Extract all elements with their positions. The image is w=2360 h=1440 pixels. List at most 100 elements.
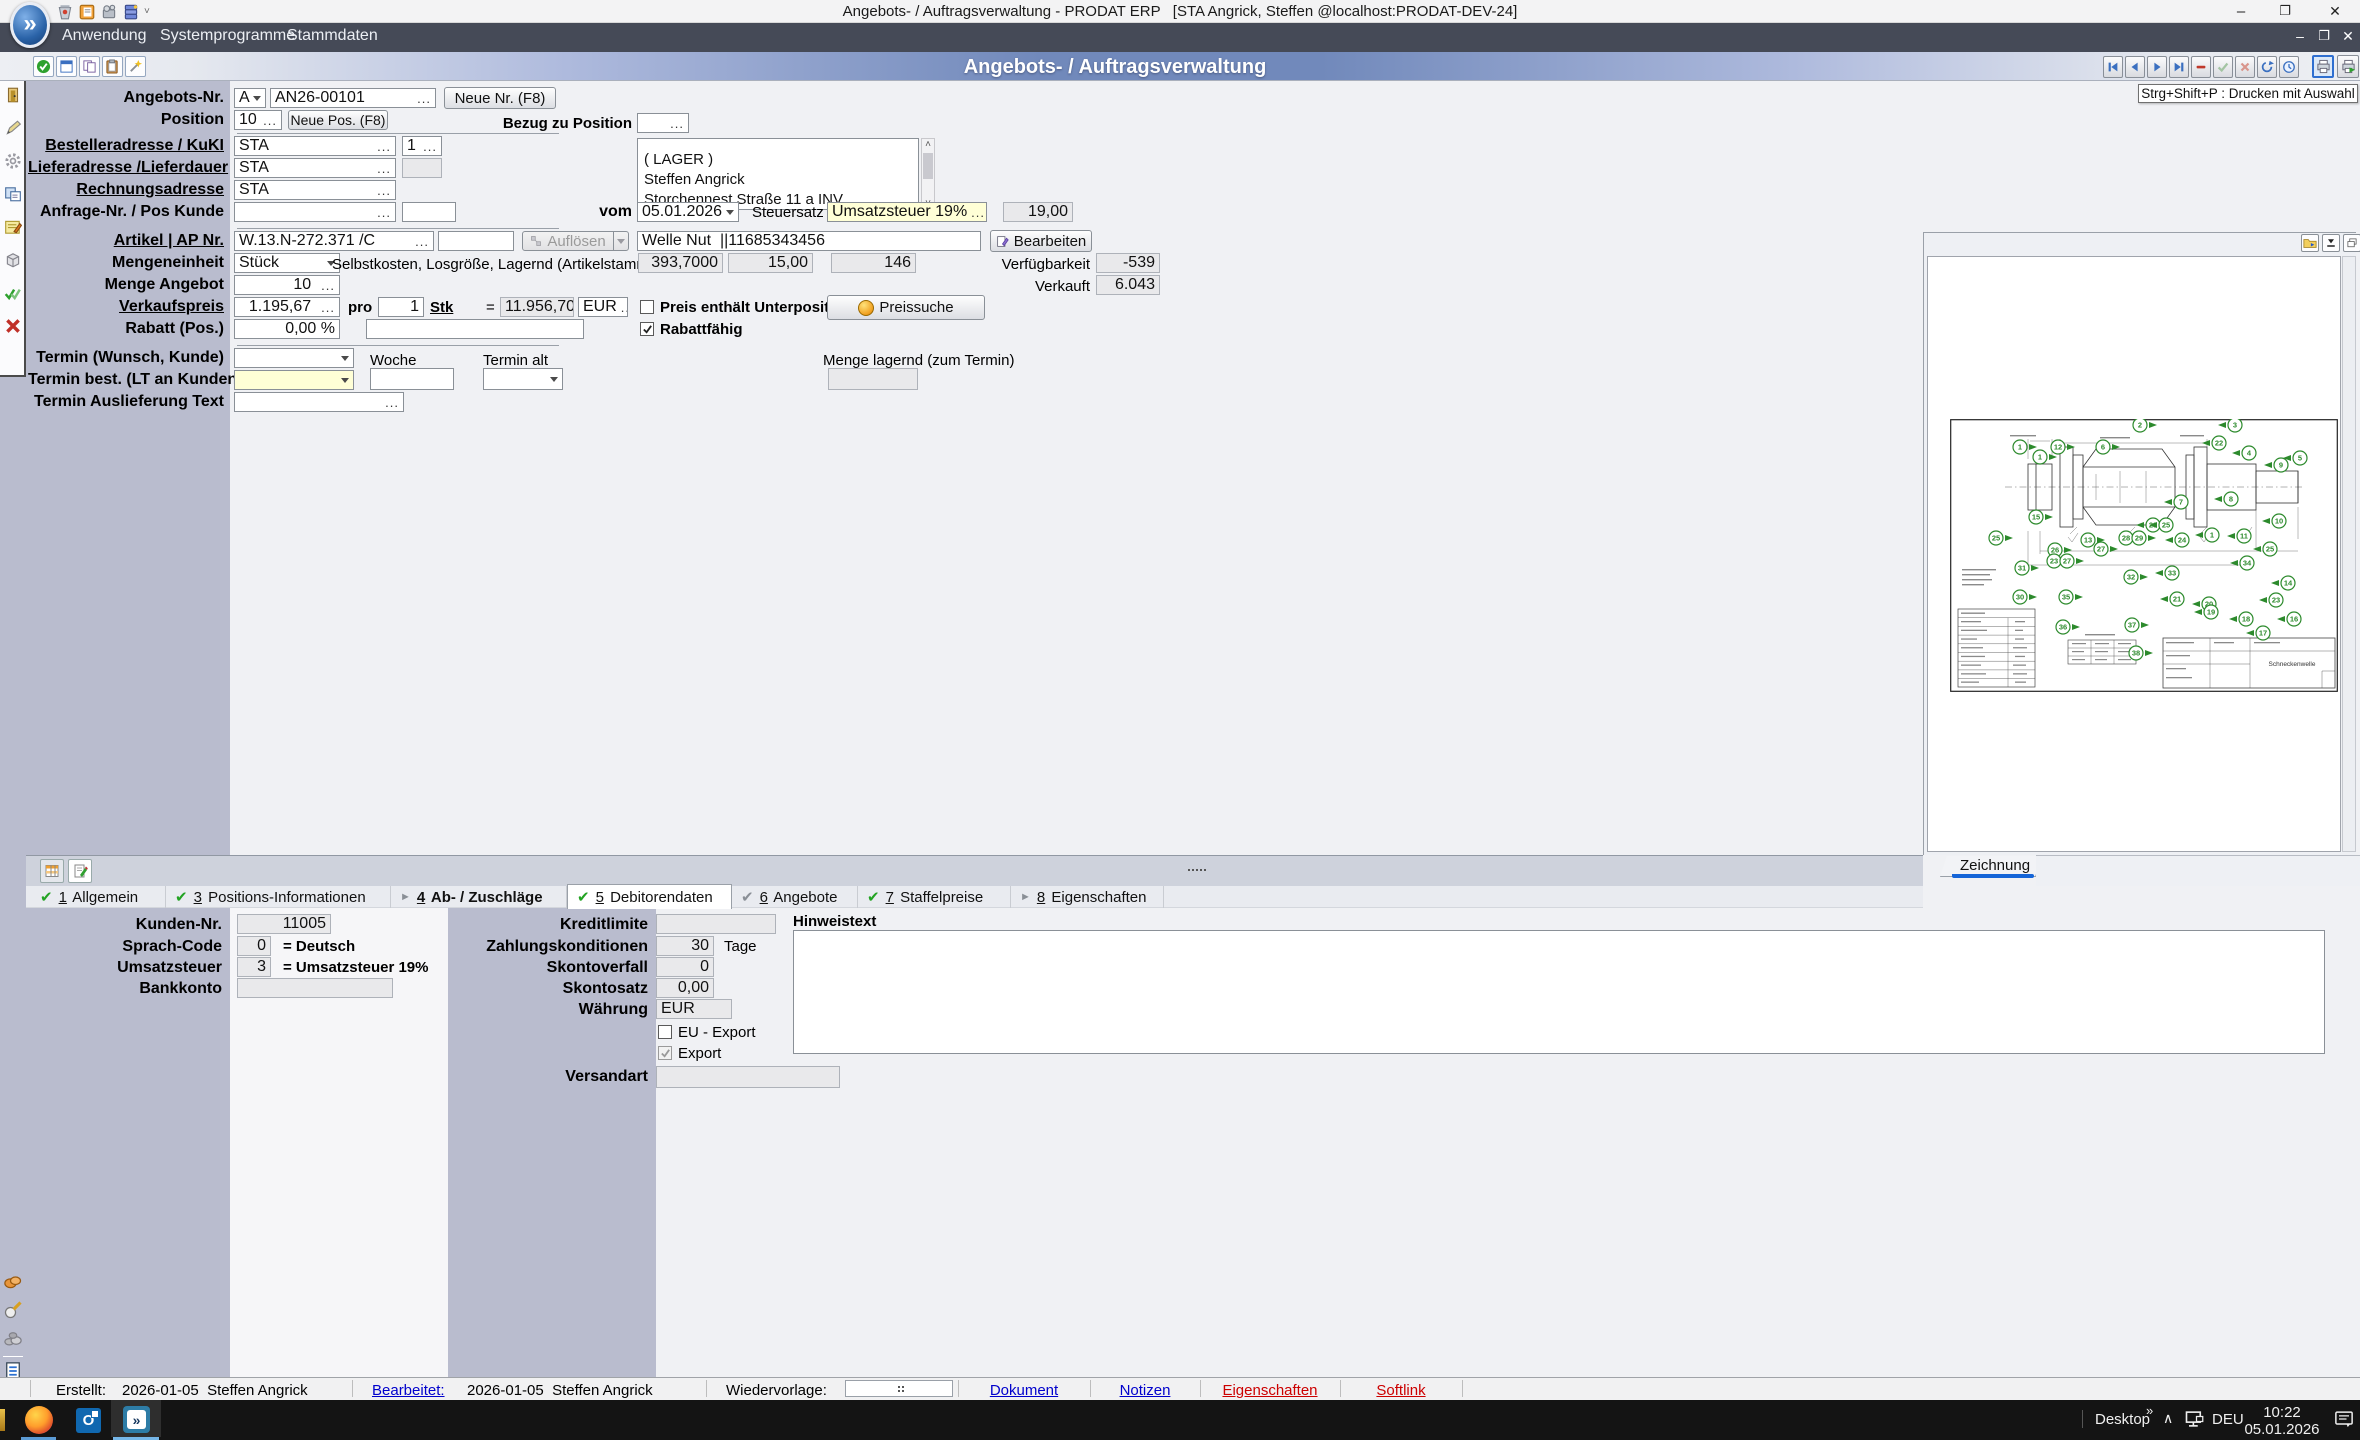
taskbar-outlook-button[interactable]: O — [76, 1408, 101, 1433]
sidebar-materials-button[interactable] — [3, 1328, 23, 1348]
print-button[interactable] — [2312, 55, 2334, 78]
waehrung-field[interactable]: EUR... — [578, 297, 628, 317]
mdi-restore-button[interactable]: ❐ — [2314, 28, 2334, 48]
sidebar-copy-window-button[interactable] — [4, 185, 22, 203]
tab-positions-informationen[interactable]: ✔ 3 Positions-Informationen — [166, 886, 391, 908]
drawing-windows-button[interactable] — [2343, 234, 2360, 252]
wiedervorlage-field[interactable] — [845, 1380, 953, 1397]
nav-cancel-button[interactable] — [2235, 56, 2255, 78]
scroll-up-icon[interactable]: ˄ — [922, 139, 934, 151]
export-checkbox[interactable] — [658, 1046, 672, 1060]
scrollbar-thumb[interactable] — [923, 153, 933, 179]
grid-view-button[interactable] — [40, 859, 64, 883]
tab-eigenschaften[interactable]: ► 8 Eigenschaften — [1011, 886, 1164, 908]
address-listbox[interactable]: ( LAGER ) Steffen Angrick Storchennest S… — [637, 138, 919, 210]
browse-icon[interactable]: ... — [373, 184, 391, 197]
nav-delete-button[interactable] — [2191, 56, 2211, 78]
eigenschaften-link[interactable]: Eigenschaften — [1200, 1382, 1340, 1399]
neue-nr-button[interactable]: Neue Nr. (F8) — [444, 87, 556, 109]
vom-date-combo[interactable]: 05.01.2026 — [637, 202, 739, 222]
export-label[interactable]: Export — [678, 1045, 721, 1062]
softlink-link[interactable]: Softlink — [1340, 1382, 1462, 1399]
browse-icon[interactable]: ... — [411, 235, 429, 248]
browse-icon[interactable]: ... — [317, 301, 335, 314]
toolbar-new-window-button[interactable] — [56, 56, 77, 77]
termin-wunsch-combo[interactable] — [234, 348, 354, 368]
tray-network-icon[interactable] — [2184, 1409, 2204, 1429]
bearbeitet-link[interactable]: Bearbeitet: — [372, 1382, 445, 1399]
angebots-type-combo[interactable]: A — [234, 88, 266, 108]
browse-icon[interactable]: ... — [666, 117, 684, 130]
quickbar-overflow-icon[interactable]: ˅ — [144, 6, 150, 17]
rechnungsadresse-field[interactable]: STA... — [234, 180, 396, 200]
window-restore-button[interactable]: ❐ — [2268, 0, 2302, 22]
quick-icon-addressbook[interactable] — [78, 3, 96, 21]
tray-expand-icon[interactable]: ∧ — [2163, 1410, 2173, 1427]
zeichnung-tab-label[interactable]: Zeichnung — [1960, 857, 2030, 874]
browse-icon[interactable]: ... — [967, 206, 985, 219]
mdi-minimize-button[interactable]: – — [2290, 28, 2310, 48]
browse-icon[interactable]: ... — [373, 162, 391, 175]
mdi-close-button[interactable]: ✕ — [2338, 28, 2358, 48]
woche-field[interactable] — [370, 368, 454, 390]
tray-date[interactable]: 05.01.2026 — [2244, 1421, 2320, 1438]
menu-item-anwendung[interactable]: Anwendung — [62, 27, 147, 45]
rabatt-zusatz-field[interactable] — [366, 319, 584, 339]
kuki-field[interactable]: 1... — [402, 136, 442, 156]
bestelleradresse-label[interactable]: Bestelleradresse / KuKI — [28, 137, 224, 155]
lieferadresse-field[interactable]: STA... — [234, 158, 396, 178]
form-view-button[interactable] — [68, 859, 92, 883]
quick-icon-tools[interactable] — [100, 3, 118, 21]
sidebar-cancel-button[interactable] — [4, 317, 22, 335]
versandart-field[interactable] — [656, 1066, 840, 1088]
browse-icon[interactable]: ... — [317, 279, 335, 292]
browse-icon[interactable]: ... — [617, 301, 628, 314]
tab-debitorendaten[interactable]: ✔ 5 Debitorendaten — [567, 884, 732, 909]
angebots-nr-field[interactable]: AN26-00101... — [270, 88, 436, 108]
sidebar-package-button[interactable] — [4, 251, 22, 269]
tab-staffelpreise[interactable]: ✔ 7 Staffelpreise — [858, 886, 1011, 908]
rechnungsadresse-label[interactable]: Rechnungsadresse — [28, 181, 224, 199]
browse-icon[interactable]: ... — [373, 206, 391, 219]
pos-kunde-field[interactable] — [402, 202, 456, 222]
eu-export-label[interactable]: EU - Export — [678, 1024, 756, 1041]
toolbar-paste-button[interactable] — [102, 56, 123, 77]
taskbar-prodat-button[interactable]: » — [123, 1406, 150, 1433]
notizen-link[interactable]: Notizen — [1090, 1382, 1200, 1399]
browse-icon[interactable]: ... — [381, 396, 399, 409]
rabattfaehig-checkbox[interactable] — [640, 322, 654, 336]
taskbar-firefox-button[interactable] — [25, 1406, 53, 1434]
bezug-zu-position-field[interactable]: ... — [637, 113, 689, 133]
termin-text-field[interactable]: ... — [234, 392, 404, 412]
tab-ab-zuschlaege[interactable]: ► 4 Ab- / Zuschläge — [391, 886, 567, 908]
taskbar-desktop-button[interactable]: Desktop — [2095, 1411, 2150, 1428]
position-field[interactable]: 10... — [234, 110, 282, 130]
mengeneinheit-combo[interactable]: Stück — [234, 253, 340, 273]
toolbar-copy-button[interactable] — [79, 56, 100, 77]
lieferadresse-label[interactable]: Lieferadresse /Lieferdauer — [28, 159, 224, 177]
nav-history-button[interactable] — [2279, 56, 2299, 78]
artikel-zusatz-field[interactable] — [438, 231, 514, 251]
window-close-button[interactable]: ✕ — [2318, 0, 2352, 22]
steuersatz-field[interactable]: Umsatzsteuer 19%... — [827, 202, 987, 222]
browse-icon[interactable]: ... — [413, 92, 431, 105]
termin-best-combo[interactable] — [234, 370, 354, 390]
nav-first-button[interactable] — [2103, 56, 2123, 78]
verkaufspreis-label[interactable]: Verkaufspreis — [28, 298, 224, 316]
sidebar-confirm-button[interactable] — [4, 284, 22, 302]
address-line[interactable]: Steffen Angrick — [644, 170, 912, 190]
hinweistext-textarea[interactable] — [793, 930, 2325, 1054]
rabattfaehig-label[interactable]: Rabattfähig — [660, 321, 743, 338]
termin-alt-combo[interactable] — [483, 368, 563, 390]
toolbar-ok-button[interactable] — [33, 56, 54, 77]
sidebar-edit-button[interactable] — [4, 119, 22, 137]
artikel-bezeichnung-field[interactable]: Welle Nut ||11685343456 — [637, 231, 981, 251]
sidebar-inspect-button[interactable] — [3, 1300, 23, 1320]
sidebar-handshake-button[interactable] — [3, 1272, 23, 1292]
preis-unterpositionen-checkbox[interactable] — [640, 300, 654, 314]
browse-icon[interactable]: ... — [259, 114, 277, 127]
dokument-link[interactable]: Dokument — [958, 1382, 1090, 1399]
tab-allgemein[interactable]: ✔ 1 Allgemein — [31, 886, 166, 908]
nav-save-button[interactable] — [2213, 56, 2233, 78]
pro-menge-field[interactable]: 1 — [378, 297, 424, 317]
